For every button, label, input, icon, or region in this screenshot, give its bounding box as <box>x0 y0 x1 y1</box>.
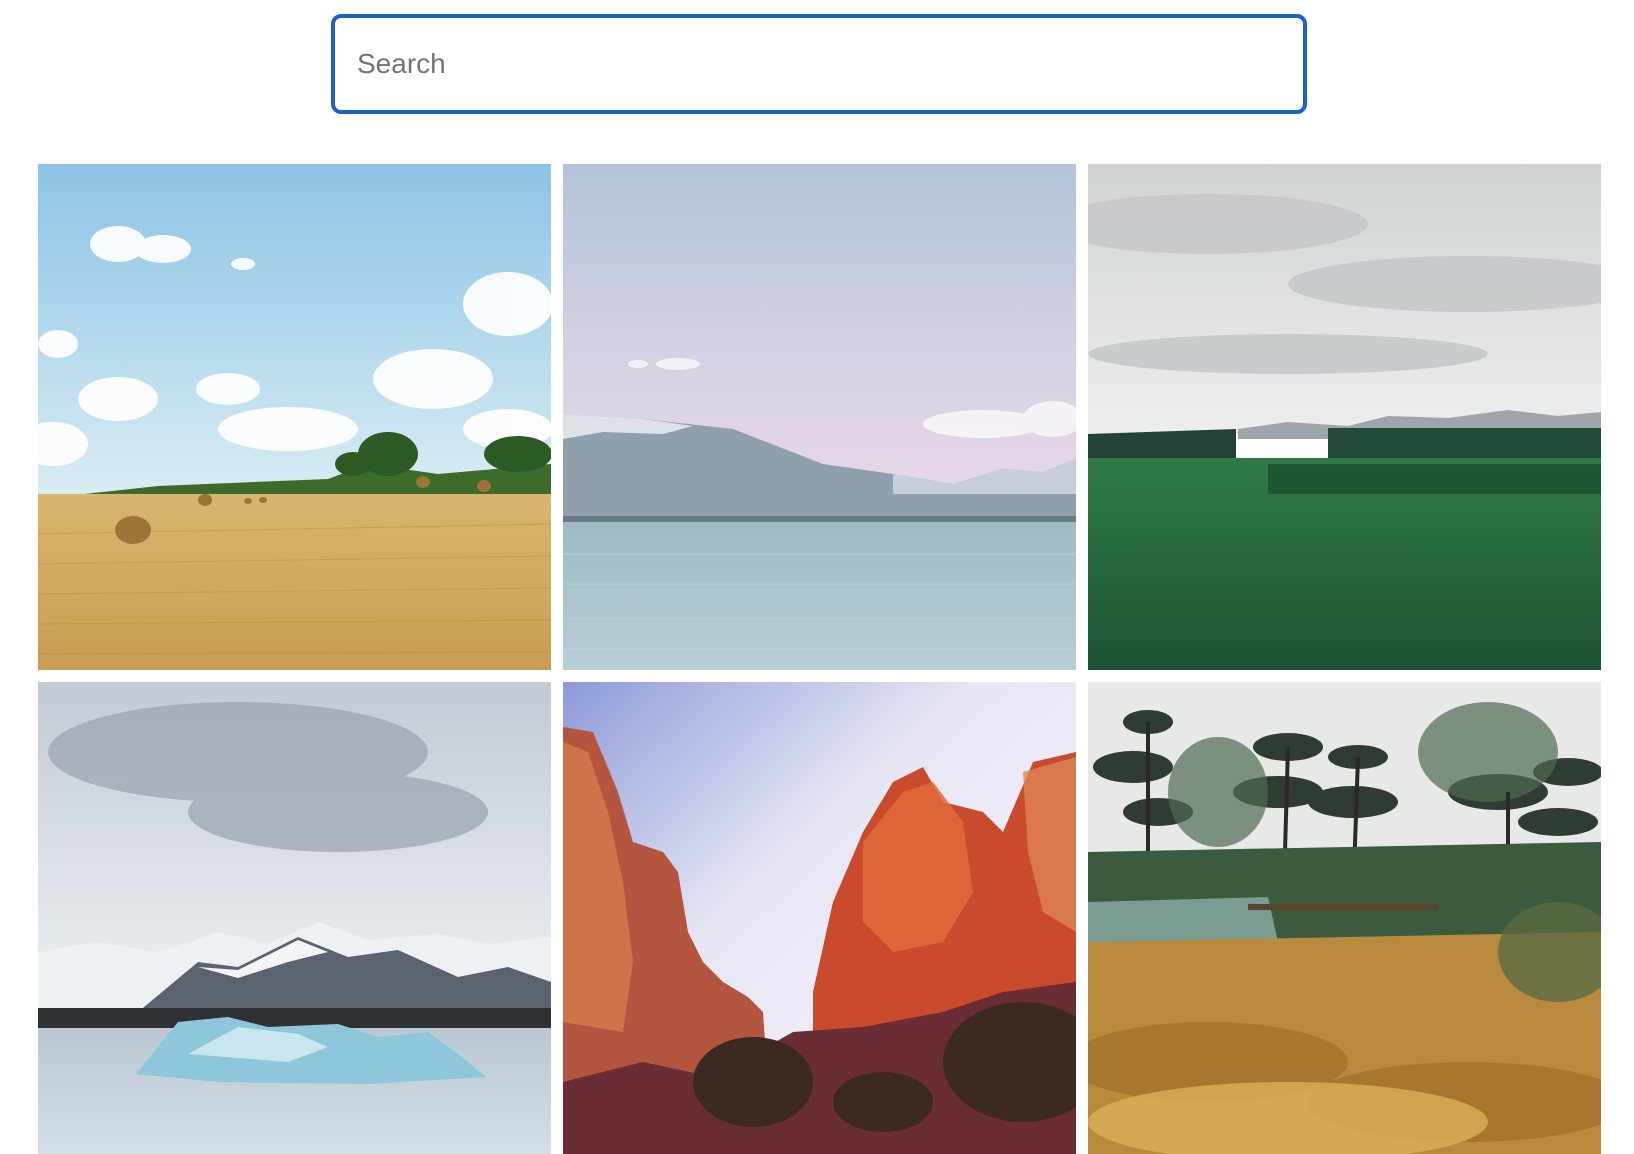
mountain-lake-image <box>563 164 1076 670</box>
photo-grid <box>38 164 1602 1154</box>
photo-garden-trees[interactable] <box>1088 682 1601 1154</box>
photo-green-plain[interactable] <box>1088 164 1601 670</box>
image-search-page <box>0 0 1634 1154</box>
hay-field-image <box>38 164 551 670</box>
photo-glacier-lagoon[interactable] <box>38 682 551 1154</box>
green-plain-image <box>1088 164 1601 670</box>
photo-hay-field[interactable] <box>38 164 551 670</box>
glacier-lagoon-image <box>38 682 551 1154</box>
garden-trees-image <box>1088 682 1601 1154</box>
search-input[interactable] <box>331 14 1307 114</box>
search-bar <box>331 14 1307 114</box>
photo-red-canyon[interactable] <box>563 682 1076 1154</box>
red-canyon-image <box>563 682 1076 1154</box>
photo-mountain-lake[interactable] <box>563 164 1076 670</box>
